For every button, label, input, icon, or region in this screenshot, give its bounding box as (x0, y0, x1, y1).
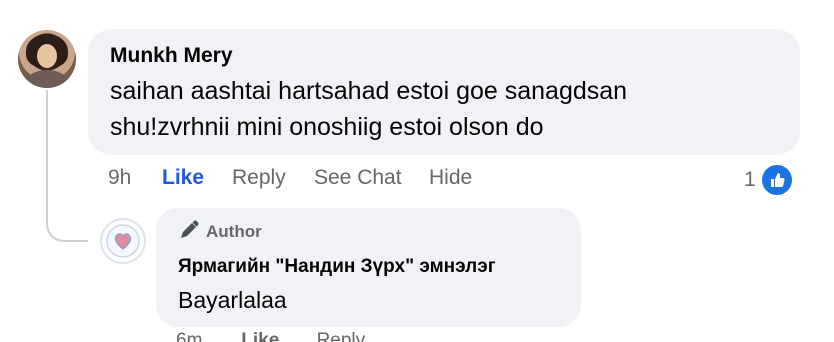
comment-time[interactable]: 9h (108, 166, 162, 190)
reply-button[interactable]: Reply (232, 166, 314, 190)
thread-connector (46, 196, 88, 242)
reaction-count: 1 (744, 168, 756, 191)
reply-like-button[interactable]: Like (241, 330, 311, 342)
author-badge: Author (178, 219, 581, 246)
thumbs-up-icon (759, 163, 794, 197)
reply-text: Bayarlalaa (178, 287, 287, 313)
commenter-avatar[interactable] (18, 30, 76, 88)
avatar-body (24, 70, 70, 88)
hide-button[interactable]: Hide (429, 166, 472, 190)
reply-author-name[interactable]: Ярмагийн "Нандин Зүрх" эмнэлэг (178, 256, 581, 278)
comment-line-1: saihan aashtai hartsahad estoi goe sanag… (110, 77, 628, 105)
comment-author-name[interactable]: Munkh Mery (110, 43, 800, 69)
reply-time[interactable]: 6m (176, 330, 236, 342)
reply-actions: 6m Like Reply (176, 330, 365, 342)
page-logo-avatar[interactable] (100, 218, 146, 264)
reply-bubble: Author Ярмагийн "Нандин Зүрх" эмнэлэг Ba… (156, 208, 581, 327)
reply-reply-button[interactable]: Reply (317, 330, 366, 342)
comment-actions: 9h Like Reply See Chat Hide (108, 166, 472, 190)
pen-icon (178, 219, 200, 246)
reaction-summary[interactable]: 1 (744, 163, 794, 197)
comment-line-2: shu!zvrhnii mini onoshiig estoi olson do (110, 113, 544, 141)
author-badge-label: Author (206, 222, 262, 241)
heart-logo-icon (106, 224, 140, 258)
avatar-face (37, 44, 57, 68)
like-button[interactable]: Like (162, 166, 232, 190)
see-chat-button[interactable]: See Chat (314, 166, 429, 190)
comment-bubble: Munkh Mery saihan aashtai hartsahad esto… (88, 29, 800, 155)
